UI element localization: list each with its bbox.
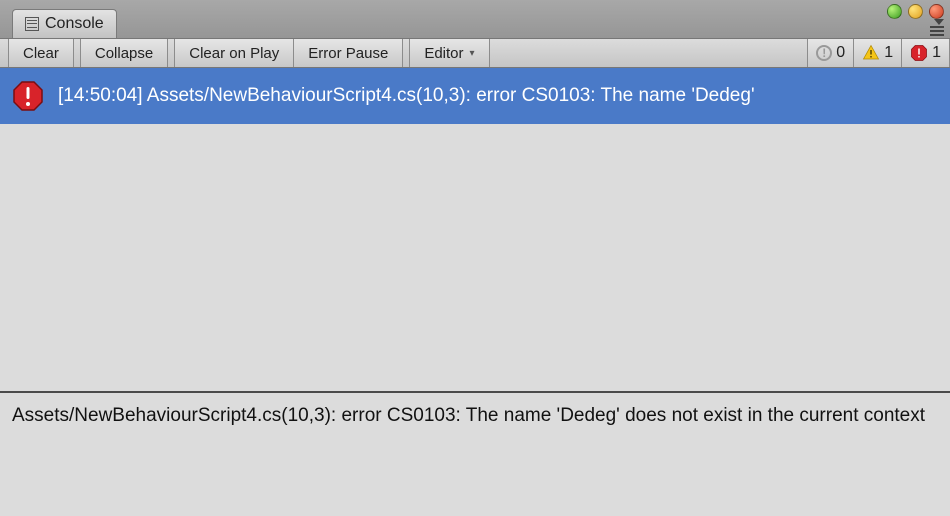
log-timestamp: [14:50:04] <box>58 85 143 106</box>
traffic-light-green-icon[interactable] <box>887 4 902 19</box>
collapse-button[interactable]: Collapse <box>80 39 168 67</box>
dropdown-triangle-icon <box>934 19 944 25</box>
info-icon: ! <box>816 45 832 61</box>
console-tab[interactable]: Console <box>12 9 117 38</box>
console-tab-icon <box>25 17 39 31</box>
error-count: 1 <box>932 44 941 62</box>
error-pause-label: Error Pause <box>308 45 388 62</box>
detail-panel: Assets/NewBehaviourScript4.cs(10,3): err… <box>0 391 950 516</box>
window-controls <box>887 4 944 19</box>
tab-bar: Console <box>0 0 950 38</box>
panel-options[interactable] <box>930 19 944 36</box>
detail-text: Assets/NewBehaviourScript4.cs(10,3): err… <box>12 405 925 426</box>
hamburger-icon <box>930 26 944 36</box>
error-pause-button[interactable]: Error Pause <box>294 39 403 67</box>
info-counter[interactable]: ! 0 <box>807 39 853 67</box>
editor-dropdown[interactable]: Editor ▾ <box>409 39 489 67</box>
clear-on-play-button[interactable]: Clear on Play <box>174 39 294 67</box>
warning-count: 1 <box>884 44 893 62</box>
clear-label: Clear <box>23 45 59 62</box>
warning-icon <box>862 44 880 62</box>
dropdown-arrow-icon: ▾ <box>470 48 475 59</box>
console-tab-label: Console <box>45 15 104 33</box>
info-count: 0 <box>836 44 845 62</box>
error-icon <box>910 44 928 62</box>
log-list: [14:50:04] Assets/NewBehaviourScript4.cs… <box>0 68 950 391</box>
toolbar-spacer <box>490 39 808 67</box>
log-entry[interactable]: [14:50:04] Assets/NewBehaviourScript4.cs… <box>0 68 950 124</box>
error-counter[interactable]: 1 <box>901 39 950 67</box>
error-octagon-icon <box>12 80 44 112</box>
clear-on-play-label: Clear on Play <box>189 45 279 62</box>
log-entry-text: [14:50:04] Assets/NewBehaviourScript4.cs… <box>58 85 755 107</box>
traffic-light-red-icon[interactable] <box>929 4 944 19</box>
editor-label: Editor <box>424 45 463 62</box>
log-summary: Assets/NewBehaviourScript4.cs(10,3): err… <box>147 85 755 106</box>
traffic-light-yellow-icon[interactable] <box>908 4 923 19</box>
collapse-label: Collapse <box>95 45 153 62</box>
console-toolbar: Clear Collapse Clear on Play Error Pause… <box>0 38 950 68</box>
clear-button[interactable]: Clear <box>8 39 74 67</box>
warning-counter[interactable]: 1 <box>853 39 901 67</box>
